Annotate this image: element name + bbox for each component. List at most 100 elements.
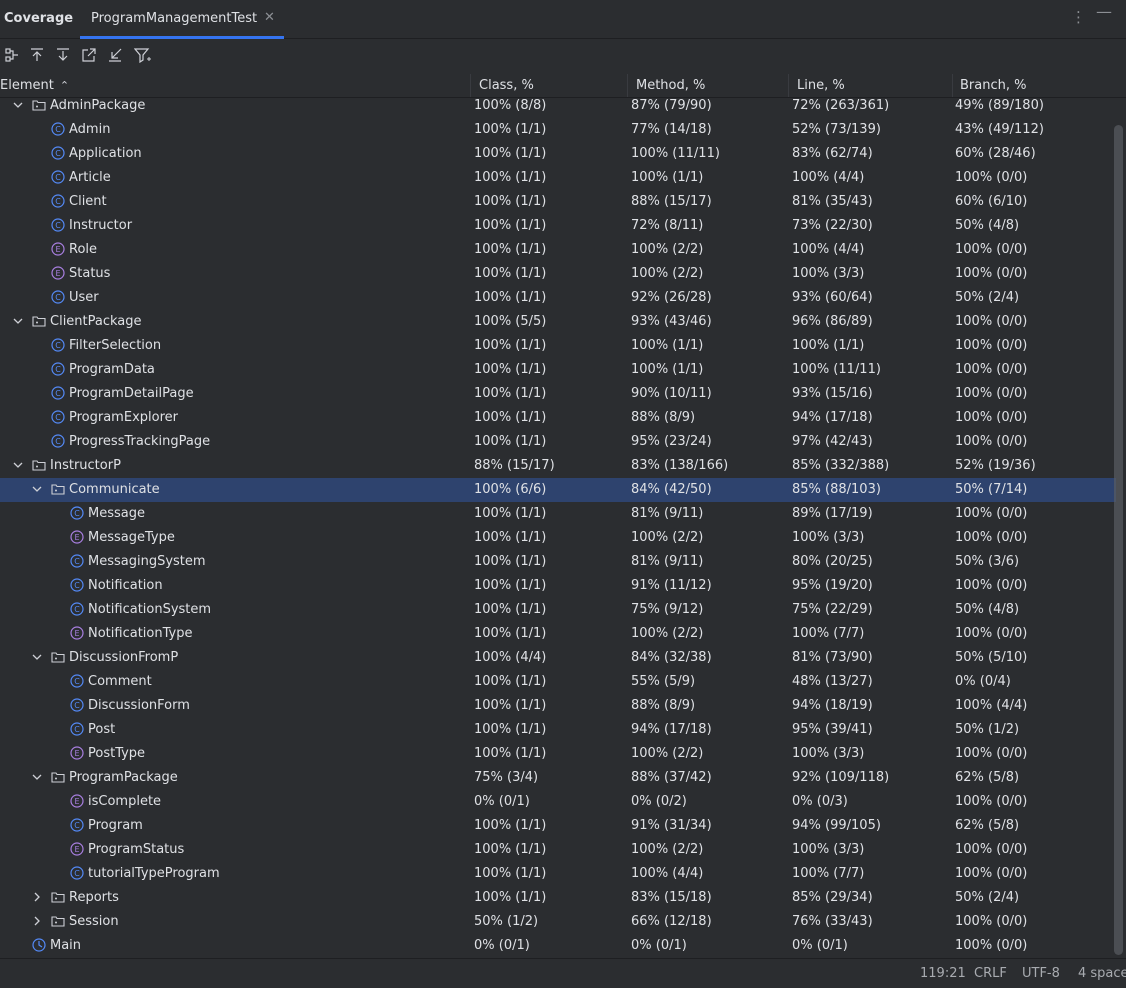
caret-position[interactable]: 119:21: [920, 966, 966, 981]
tree-package-row[interactable]: Session 50% (1/2) 66% (12/18) 76% (33/43) 10…: [0, 910, 1116, 934]
chevron-down-icon[interactable]: [12, 459, 24, 471]
class-icon: C: [70, 698, 84, 712]
table-row[interactable]: E NotificationType 100% (1/1) 100% (2/2) 100…: [0, 622, 1116, 646]
table-row[interactable]: C MessagingSystem 100% (1/1) 81% (9/11) 80% …: [0, 550, 1116, 574]
table-row[interactable]: C ProgramExplorer 100% (1/1) 88% (8/9) 94% (…: [0, 406, 1116, 430]
branch-coverage-cell: 100% (0/0): [955, 746, 1028, 761]
method-coverage-cell: 100% (2/2): [631, 842, 704, 857]
table-row[interactable]: C Client 100% (1/1) 88% (15/17) 81% (35/43) 6…: [0, 190, 1116, 214]
table-row[interactable]: C Message 100% (1/1) 81% (9/11) 89% (17/19) 1…: [0, 502, 1116, 526]
table-row[interactable]: C Notification 100% (1/1) 91% (11/12) 95% (1…: [0, 574, 1116, 598]
export-icon[interactable]: [79, 44, 99, 66]
line-ending[interactable]: CRLF: [974, 966, 1007, 981]
enum-icon: E: [70, 842, 84, 856]
more-options-icon[interactable]: ⋮: [1071, 8, 1086, 26]
table-row[interactable]: C Application 100% (1/1) 100% (11/11) 83% (6…: [0, 142, 1116, 166]
table-row[interactable]: C Program 100% (1/1) 91% (31/34) 94% (99/105…: [0, 814, 1116, 838]
branch-coverage-cell: 100% (0/0): [955, 242, 1028, 257]
line-coverage-cell: 100% (4/4): [792, 242, 865, 257]
table-row[interactable]: C Post 100% (1/1) 94% (17/18) 95% (39/41) 50%…: [0, 718, 1116, 742]
chevron-down-icon[interactable]: [12, 99, 24, 111]
table-row[interactable]: C Article 100% (1/1) 100% (1/1) 100% (4/4) 10…: [0, 166, 1116, 190]
table-row[interactable]: C FilterSelection 100% (1/1) 100% (1/1) 100%…: [0, 334, 1116, 358]
file-encoding[interactable]: UTF-8: [1022, 966, 1060, 981]
svg-text:E: E: [55, 245, 60, 254]
element-name: PostType: [88, 746, 146, 761]
branch-coverage-cell: 100% (0/0): [955, 578, 1028, 593]
column-header-line[interactable]: Line, %: [797, 78, 845, 93]
branch-coverage-cell: 100% (0/0): [955, 866, 1028, 881]
tree-package-row[interactable]: ClientPackage 100% (5/5) 93% (43/46) 96% (8…: [0, 310, 1116, 334]
method-coverage-cell: 94% (17/18): [631, 722, 712, 737]
element-name: ProgramStatus: [88, 842, 185, 857]
class-coverage-cell: 100% (1/1): [474, 242, 547, 257]
tree-package-row[interactable]: AdminPackage 100% (8/8) 87% (79/90) 72% (26…: [0, 94, 1116, 118]
close-tab-icon[interactable]: ✕: [264, 10, 275, 25]
minimize-icon[interactable]: —: [1096, 2, 1112, 21]
table-row[interactable]: C User 100% (1/1) 92% (26/28) 93% (60/64) 50%…: [0, 286, 1116, 310]
table-row[interactable]: C Comment 100% (1/1) 55% (5/9) 48% (13/27) 0%…: [0, 670, 1116, 694]
svg-text:C: C: [74, 677, 80, 686]
vertical-scrollbar[interactable]: [1114, 125, 1123, 955]
table-row[interactable]: C DiscussionForm 100% (1/1) 88% (8/9) 94% (1…: [0, 694, 1116, 718]
chevron-down-icon[interactable]: [31, 651, 43, 663]
tree-package-row[interactable]: InstructorP 88% (15/17) 83% (138/166) 85% (…: [0, 454, 1116, 478]
table-row[interactable]: C NotificationSystem 100% (1/1) 75% (9/12) 7…: [0, 598, 1116, 622]
table-row[interactable]: EisComplete 0% (0/1) 0% (0/2) 0% (0/3) 100% …: [0, 790, 1116, 814]
element-name: Main: [50, 938, 82, 953]
table-row[interactable]: C Admin 100% (1/1) 77% (14/18) 52% (73/139) 4…: [0, 118, 1116, 142]
line-coverage-cell: 92% (109/118): [792, 770, 890, 785]
element-name: Application: [69, 146, 142, 161]
class-coverage-cell: 100% (1/1): [474, 386, 547, 401]
class-coverage-cell: 100% (1/1): [474, 362, 547, 377]
table-row[interactable]: E ProgramStatus 100% (1/1) 100% (2/2) 100% (…: [0, 838, 1116, 862]
element-name: Session: [69, 914, 119, 929]
class-coverage-cell: 0% (0/1): [474, 938, 530, 953]
class-coverage-cell: 100% (1/1): [474, 890, 547, 905]
column-header-branch[interactable]: Branch, %: [960, 78, 1026, 93]
flatten-packages-icon[interactable]: [2, 44, 22, 66]
chevron-right-icon[interactable]: [31, 891, 43, 903]
table-row[interactable]: CtutorialTypeProgram 100% (1/1) 100% (4/4)…: [0, 862, 1116, 886]
table-row[interactable]: C ProgressTrackingPage 100% (1/1) 95% (23/2…: [0, 430, 1116, 454]
filter-icon[interactable]: [132, 44, 152, 66]
svg-text:C: C: [74, 581, 80, 590]
line-coverage-cell: 0% (0/3): [792, 794, 848, 809]
method-coverage-cell: 81% (9/11): [631, 554, 704, 569]
table-row[interactable]: E Role 100% (1/1) 100% (2/2) 100% (4/4) 100% …: [0, 238, 1116, 262]
table-row[interactable]: C ProgramDetailPage 100% (1/1) 90% (10/11) 9…: [0, 382, 1116, 406]
chevron-down-icon[interactable]: [31, 771, 43, 783]
branch-coverage-cell: 100% (0/0): [955, 338, 1028, 353]
navigate-down-icon[interactable]: [53, 44, 73, 66]
table-row[interactable]: C ProgramData 100% (1/1) 100% (1/1) 100% (11…: [0, 358, 1116, 382]
line-coverage-cell: 97% (42/43): [792, 434, 873, 449]
chevron-down-icon[interactable]: [12, 315, 24, 327]
method-coverage-cell: 95% (23/24): [631, 434, 712, 449]
table-row[interactable]: E PostType 100% (1/1) 100% (2/2) 100% (3/3) 1…: [0, 742, 1116, 766]
column-header-method[interactable]: Method, %: [636, 78, 705, 93]
table-row[interactable]: C Instructor 100% (1/1) 72% (8/11) 73% (22/3…: [0, 214, 1116, 238]
tree-package-row[interactable]: Reports 100% (1/1) 83% (15/18) 85% (29/34) 5…: [0, 886, 1116, 910]
table-row[interactable]: E MessageType 100% (1/1) 100% (2/2) 100% (3/…: [0, 526, 1116, 550]
branch-coverage-cell: 60% (28/46): [955, 146, 1036, 161]
class-icon: C: [70, 722, 84, 736]
tab-coverage-suite[interactable]: ProgramManagementTest ✕: [80, 0, 284, 39]
enum-icon: E: [70, 626, 84, 640]
chevron-right-icon[interactable]: [31, 915, 43, 927]
table-row[interactable]: Main 0% (0/1) 0% (0/1) 0% (0/1) 100% (0/0): [0, 934, 1116, 958]
branch-coverage-cell: 50% (2/4): [955, 890, 1020, 905]
navigate-up-icon[interactable]: [27, 44, 47, 66]
chevron-down-icon[interactable]: [31, 483, 43, 495]
import-icon[interactable]: [105, 44, 125, 66]
method-coverage-cell: 100% (1/1): [631, 338, 704, 353]
table-row[interactable]: E Status 100% (1/1) 100% (2/2) 100% (3/3) 100…: [0, 262, 1116, 286]
tree-package-row[interactable]: DiscussionFromP 100% (4/4) 84% (32/38) 81% …: [0, 646, 1116, 670]
branch-coverage-cell: 50% (5/10): [955, 650, 1028, 665]
indent-setting[interactable]: 4 space: [1078, 966, 1126, 981]
tree-package-row[interactable]: Communicate 100% (6/6) 84% (42/50) 85% (88/…: [0, 478, 1116, 502]
column-header-class[interactable]: Class, %: [479, 78, 534, 93]
package-folder-icon: [32, 98, 46, 112]
column-header-element[interactable]: Element ⌃: [0, 78, 69, 93]
class-coverage-cell: 100% (1/1): [474, 266, 547, 281]
tree-package-row[interactable]: ProgramPackage 75% (3/4) 88% (37/42) 92% (1…: [0, 766, 1116, 790]
